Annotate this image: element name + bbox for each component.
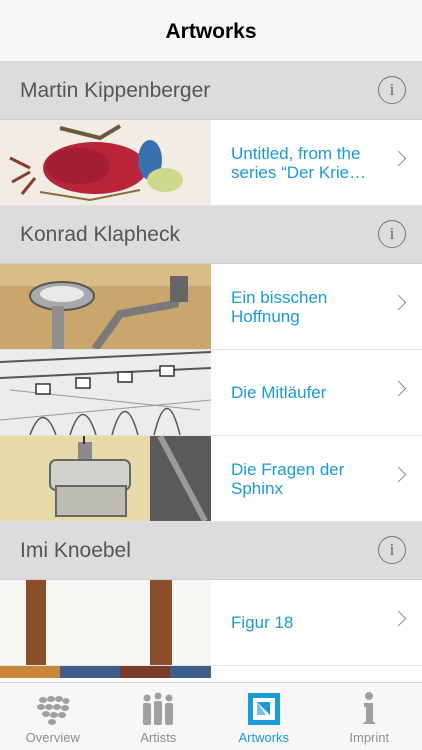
page-title: Artworks	[165, 19, 257, 43]
artworks-icon	[247, 693, 280, 725]
overview-icon	[36, 696, 70, 725]
info-icon[interactable]: i	[378, 220, 406, 248]
artwork-row[interactable]: Die Mitläufer	[0, 350, 422, 436]
artwork-thumbnail	[0, 436, 211, 521]
artwork-row[interactable]: Untitled, from the series “Der Krie…	[0, 120, 422, 206]
tab-label: Artworks	[238, 730, 290, 745]
artwork-row[interactable]: Ein bisschen Hoffnung	[0, 264, 422, 350]
artwork-title: Untitled, from the series “Der Krie…	[231, 143, 367, 182]
artwork-thumbnail	[0, 580, 211, 665]
navigation-bar: Artworks	[0, 0, 422, 62]
artwork-row[interactable]: Figur 18	[0, 580, 422, 666]
artist-name: Imi Knoebel	[20, 538, 131, 562]
artwork-title: Die Mitläufer	[231, 383, 327, 402]
section-header-klapheck: Konrad Klapheck i	[0, 206, 422, 264]
tab-label: Artists	[140, 730, 177, 745]
artwork-title: Figur 18	[231, 613, 294, 632]
artist-name: Martin Kippenberger	[20, 78, 211, 102]
tab-bar: Overview Artists Artworks Imprint	[0, 682, 422, 750]
section-header-knoebel: Imi Knoebel i	[0, 522, 422, 580]
tab-overview[interactable]: Overview	[0, 683, 106, 750]
artwork-thumbnail	[0, 666, 211, 678]
tab-label: Overview	[25, 730, 80, 745]
artwork-thumbnail	[0, 264, 211, 349]
info-icon[interactable]: i	[378, 536, 406, 564]
artwork-title: Die Fragen der Sphinx	[231, 459, 345, 498]
artwork-row[interactable]	[0, 666, 422, 678]
artwork-thumbnail	[0, 120, 211, 205]
artists-icon	[143, 692, 174, 725]
info-icon[interactable]: i	[378, 76, 406, 104]
tab-artists[interactable]: Artists	[106, 683, 212, 750]
tab-label: Imprint	[349, 730, 390, 745]
tab-artworks[interactable]: Artworks	[211, 683, 317, 750]
artwork-row[interactable]: Die Fragen der Sphinx	[0, 436, 422, 522]
imprint-icon	[362, 692, 377, 724]
tab-imprint[interactable]: Imprint	[317, 683, 422, 750]
section-header-kippenberger: Martin Kippenberger i	[0, 62, 422, 120]
artwork-thumbnail	[0, 350, 211, 435]
artworks-list[interactable]: Martin Kippenberger i Untitled, from the…	[0, 62, 422, 682]
artwork-title: Ein bisschen Hoffnung	[231, 287, 328, 326]
artist-name: Konrad Klapheck	[20, 222, 180, 246]
